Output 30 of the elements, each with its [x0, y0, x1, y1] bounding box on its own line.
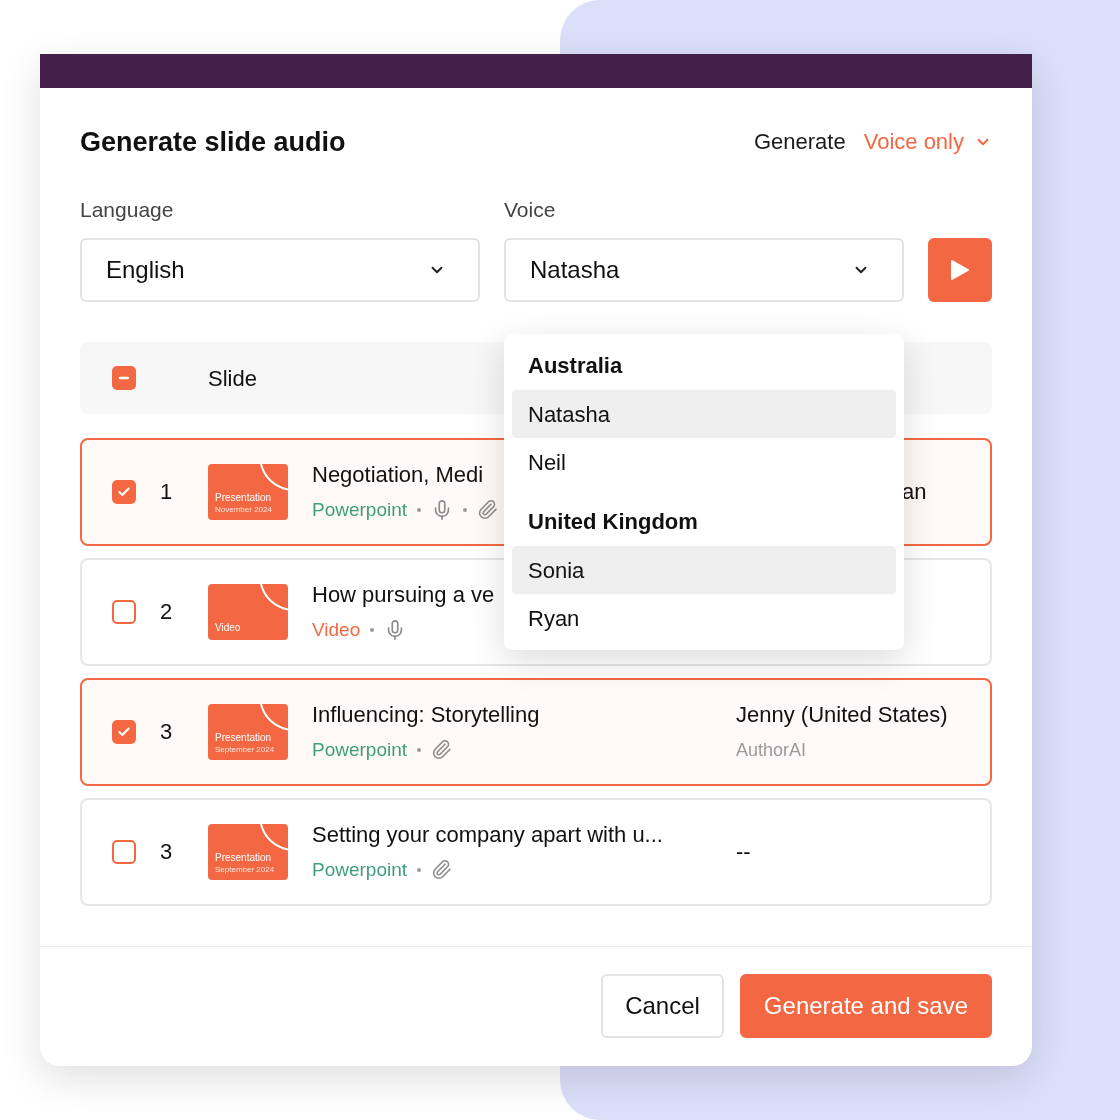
slide-number: 3: [160, 838, 174, 866]
generate-label: Generate: [753, 128, 846, 156]
slide-type: Powerpoint: [312, 497, 408, 522]
thumbnail-date: September 2024: [215, 745, 275, 754]
slide-type: Powerpoint: [312, 737, 408, 762]
voice-source: AuthorAI: [736, 738, 807, 762]
slide-title: Negotiation, Medi: [312, 460, 484, 489]
field-label: Language: [80, 198, 174, 222]
slide-number: 2: [160, 598, 174, 626]
slide-number: 3: [160, 718, 174, 746]
slide-title: Influencing: Storytelling: [312, 700, 540, 729]
dialog-title: Generate slide audio: [80, 126, 346, 158]
thumbnail-date: November 2024: [215, 505, 272, 514]
slide-type: Powerpoint: [312, 857, 408, 882]
voice-name: an: [902, 478, 927, 506]
field-label: Voice: [504, 198, 556, 222]
thumbnail-date: September 2024: [215, 865, 275, 874]
thumbnail-label: Presentation: [215, 732, 272, 744]
thumbnail-label: Presentation: [215, 492, 272, 504]
thumbnail-label: Video: [215, 622, 241, 634]
group-heading: Australia: [527, 352, 623, 380]
slide-title: Setting your company apart with u...: [312, 820, 663, 849]
thumbnail-label: Presentation: [215, 852, 272, 864]
slide-title: How pursuing a ve: [312, 580, 495, 609]
column-header: Slide: [208, 364, 257, 393]
voice-name: Jenny (United States): [736, 700, 948, 729]
group-heading: United Kingdom: [527, 508, 698, 536]
slide-type: Video: [312, 617, 361, 642]
slide-number: 1: [160, 478, 174, 506]
voice-name: --: [736, 838, 751, 866]
